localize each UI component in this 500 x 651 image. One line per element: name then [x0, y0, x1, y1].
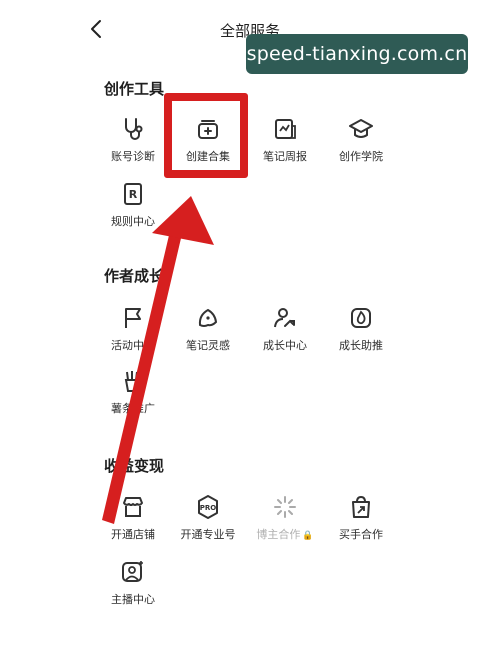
service-buyer-cooperation[interactable]: 买手合作 [321, 494, 401, 542]
watermark: speed-tianxing.com.cn [246, 34, 468, 74]
stethoscope-icon [125, 118, 143, 140]
flame-icon [351, 308, 371, 328]
shopping-bag-icon [352, 495, 370, 518]
service-note-inspiration[interactable]: 笔记灵感 [168, 305, 248, 353]
item-label: 主播中心 [111, 593, 155, 606]
item-label: 成长助推 [339, 339, 383, 352]
service-open-shop[interactable]: 开通店铺 [93, 494, 173, 542]
svg-text:PRO: PRO [200, 504, 217, 512]
service-blogger-cooperation[interactable]: 博主合作 🔒 [245, 494, 325, 542]
item-label: 买手合作 [339, 528, 383, 541]
item-label: 开通店铺 [111, 528, 155, 541]
graduation-cap-icon [349, 119, 373, 138]
section-title-creation-tools: 创作工具 [104, 80, 165, 98]
user-growth-icon [274, 308, 295, 328]
item-label: 薯条推广 [111, 402, 155, 415]
item-label: 成长中心 [263, 339, 307, 352]
service-fries-promotion[interactable]: 薯条推广 [93, 368, 173, 416]
section-title-author-growth: 作者成长 [104, 267, 165, 285]
service-rules-center[interactable]: R 规则中心 [93, 181, 173, 229]
item-label: 规则中心 [111, 215, 155, 228]
report-icon [275, 119, 296, 139]
service-activity-center[interactable]: 活动中心 [93, 305, 173, 353]
service-account-diagnosis[interactable]: 账号诊断 [93, 116, 173, 164]
item-label: 账号诊断 [111, 150, 155, 163]
fries-icon [124, 371, 142, 392]
inspiration-icon [198, 308, 218, 327]
item-label: 笔记周报 [263, 150, 307, 163]
pro-badge-icon: PRO [198, 495, 218, 519]
service-growth-center[interactable]: 成长中心 [245, 305, 325, 353]
item-label: 开通专业号 [180, 528, 236, 541]
sparkle-icon [274, 496, 296, 518]
service-open-pro-account[interactable]: PRO 开通专业号 [168, 494, 248, 542]
lock-icon: 🔒 [302, 531, 314, 541]
service-note-weekly-report[interactable]: 笔记周报 [245, 116, 325, 164]
service-creation-academy[interactable]: 创作学院 [321, 116, 401, 164]
item-label: 笔记灵感 [186, 339, 230, 352]
item-label: 博主合作 🔒 [256, 528, 314, 541]
rules-book-icon: R [124, 183, 142, 205]
item-label: 创作学院 [339, 150, 383, 163]
flag-icon [125, 308, 141, 328]
svg-text:R: R [129, 188, 138, 201]
annotation-highlight-box [164, 93, 248, 178]
service-host-center[interactable]: 主播中心 [93, 559, 173, 607]
section-title-monetization: 收益变现 [104, 457, 165, 475]
service-growth-boost[interactable]: 成长助推 [321, 305, 401, 353]
shop-icon [123, 497, 143, 517]
item-label: 活动中心 [111, 339, 155, 352]
host-portrait-icon [122, 561, 143, 582]
